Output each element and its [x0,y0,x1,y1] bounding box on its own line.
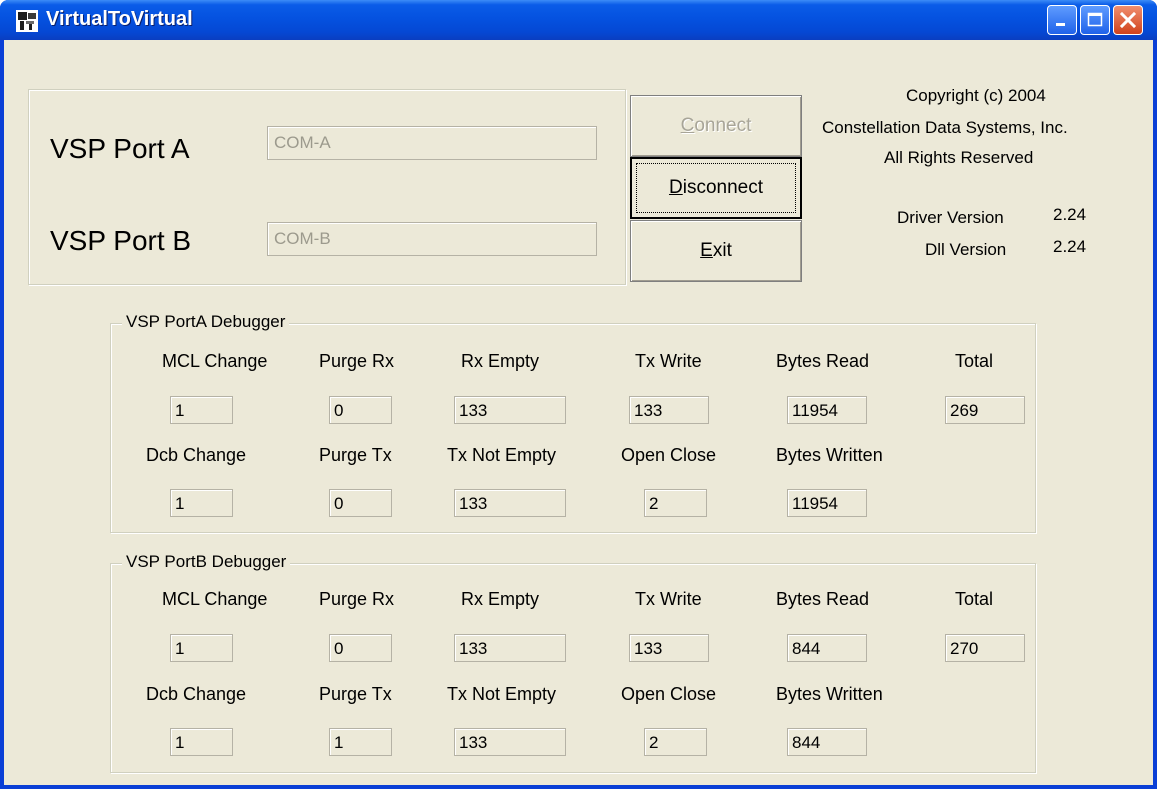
port-a-tx-write-value: 133 [629,396,709,424]
port-a-bytes-read-value: 11954 [787,396,867,424]
port-a-rx-empty-value: 133 [454,396,566,424]
port-a-tx-not-empty-value: 133 [454,489,566,517]
maximize-icon [1087,12,1103,27]
rx-empty-header: Rx Empty [461,351,540,371]
tx-write-header: Tx Write [635,351,702,371]
dcb-change-header-b: Dcb Change [146,684,247,704]
close-icon [1119,11,1137,29]
port-b-bytes-read-value: 844 [787,634,867,662]
port-b-debugger-title: VSP PortB Debugger [122,552,291,572]
app-window: VirtualToVirtual VSP Port A COM-A VSP Po… [0,0,1157,789]
window-title: VirtualToVirtual [46,8,193,30]
copyright-line-2: Constellation Data Systems, Inc. [822,118,1068,137]
rx-empty-header-b: Rx Empty [461,589,540,609]
purge-tx-header: Purge Tx [319,445,392,465]
app-icon [16,10,38,32]
mcl-change-header-b: MCL Change [162,589,268,609]
tx-write-header-b: Tx Write [635,589,702,609]
exit-button[interactable]: Exit [630,220,802,282]
port-a-bytes-written-value: 11954 [787,489,867,517]
copyright-line-1: Copyright (c) 2004 [906,86,1046,105]
purge-tx-header-b: Purge Tx [319,684,392,704]
open-close-header: Open Close [621,445,717,465]
dcb-change-header: Dcb Change [146,445,247,465]
port-b-total-value: 270 [945,634,1025,662]
mcl-change-header: MCL Change [162,351,268,371]
dll-version-label: Dll Version [925,240,1007,259]
minimize-icon [1056,23,1065,26]
close-button[interactable] [1113,5,1143,35]
minimize-button[interactable] [1047,5,1077,35]
total-header: Total [955,351,994,371]
port-a-debugger-title: VSP PortA Debugger [122,312,290,332]
bytes-written-header-b: Bytes Written [776,684,883,704]
bytes-read-header: Bytes Read [776,351,870,371]
dll-version-value: 2.24 [1053,237,1087,256]
port-b-purge-tx-value: 1 [329,728,392,756]
driver-version-value: 2.24 [1053,205,1087,224]
title-bar[interactable]: VirtualToVirtual [0,0,1157,40]
port-a-purge-rx-value: 0 [329,396,392,424]
purge-rx-header: Purge Rx [319,351,395,371]
tx-not-empty-header: Tx Not Empty [447,445,557,465]
driver-version-label: Driver Version [897,208,1004,227]
maximize-button[interactable] [1080,5,1110,35]
purge-rx-header-b: Purge Rx [319,589,395,609]
port-b-mcl-change-value: 1 [170,634,233,662]
open-close-header-b: Open Close [621,684,717,704]
disconnect-button[interactable]: Disconnect [630,157,802,219]
connect-button[interactable]: Connect [630,95,802,157]
port-b-field[interactable]: COM-B [267,222,597,256]
port-b-tx-write-value: 133 [629,634,709,662]
port-a-field[interactable]: COM-A [267,126,597,160]
port-b-tx-not-empty-value: 133 [454,728,566,756]
tx-not-empty-header-b: Tx Not Empty [447,684,557,704]
port-a-purge-tx-value: 0 [329,489,392,517]
port-a-open-close-value: 2 [644,489,707,517]
port-b-rx-empty-value: 133 [454,634,566,662]
bytes-written-header: Bytes Written [776,445,883,465]
port-a-label: VSP Port A [50,133,190,164]
port-b-dcb-change-value: 1 [170,728,233,756]
port-a-mcl-change-value: 1 [170,396,233,424]
port-b-open-close-value: 2 [644,728,707,756]
copyright-line-3: All Rights Reserved [884,148,1034,167]
port-a-dcb-change-value: 1 [170,489,233,517]
port-b-label: VSP Port B [50,225,192,256]
total-header-b: Total [955,589,994,609]
bytes-read-header-b: Bytes Read [776,589,870,609]
port-a-total-value: 269 [945,396,1025,424]
port-b-bytes-written-value: 844 [787,728,867,756]
port-b-purge-rx-value: 0 [329,634,392,662]
client-area: VSP Port A COM-A VSP Port B COM-B Connec… [4,40,1153,785]
